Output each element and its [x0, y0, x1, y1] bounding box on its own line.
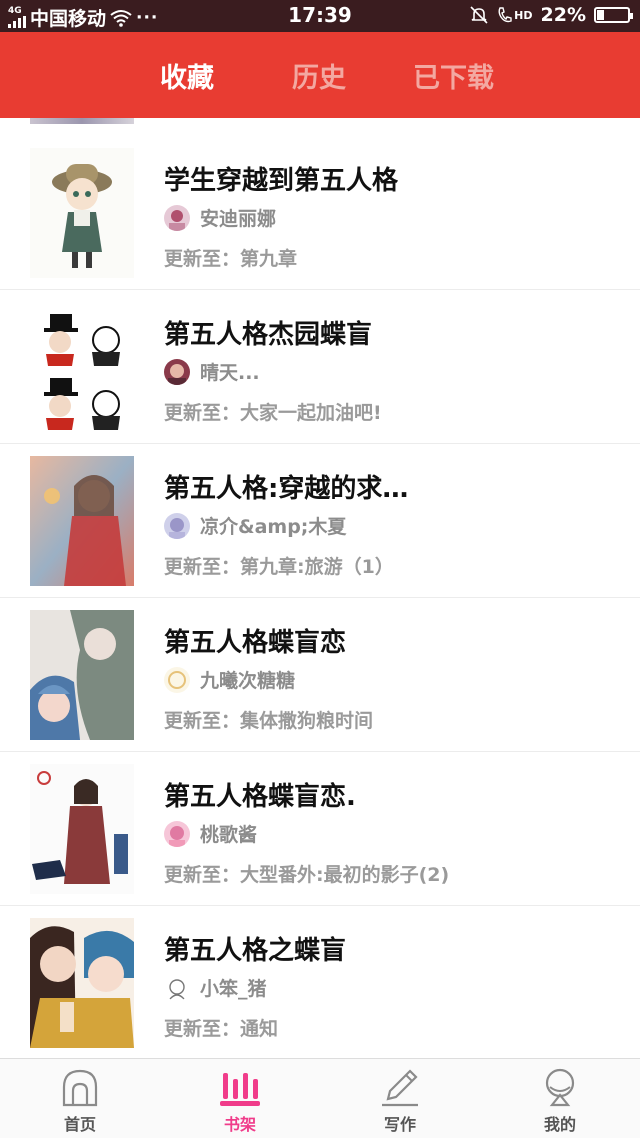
book-cover — [30, 764, 134, 894]
book-item[interactable]: 第五人格蝶盲恋 九曦次糖糖 更新至：集体撒狗粮时间 — [0, 598, 640, 752]
hd-label: HD — [514, 8, 533, 22]
nav-profile-label: 我的 — [543, 1115, 576, 1134]
battery-percent: 22% — [540, 4, 586, 26]
author-row: 小笨_猪 — [164, 974, 267, 1001]
author-row: 九曦次糖糖 — [164, 666, 295, 693]
book-item[interactable]: 第五人格之蝶盲 小笨_猪 更新至：通知 — [0, 906, 640, 1058]
update-status: 更新至：大型番外:最初的影子(2) — [164, 864, 450, 886]
author-avatar — [164, 358, 190, 385]
nav-profile[interactable]: 我的 — [500, 1065, 620, 1135]
author-row: 晴天... — [164, 358, 260, 385]
mute-bell-icon — [470, 6, 488, 24]
book-title: 第五人格之蝶盲 — [164, 936, 347, 966]
book-item[interactable]: 第五人格:穿越的求… 凉介&amp;木夏 更新至：第九章:旅游（1） — [0, 444, 640, 598]
book-cover — [30, 456, 134, 586]
nav-write[interactable]: 写作 — [340, 1065, 460, 1135]
update-status: 更新至：大家一起加油吧! — [164, 402, 382, 424]
book-item[interactable]: 学生穿越到第五人格 安迪丽娜 更新至：第九章 — [0, 136, 640, 290]
author-avatar — [164, 204, 190, 231]
profile-icon — [545, 1068, 575, 1107]
author-row: 桃歌酱 — [164, 820, 257, 847]
home-icon — [62, 1069, 98, 1107]
book-item[interactable]: 第五人格蝶盲恋. 桃歌酱 更新至：大型番外:最初的影子(2) — [0, 752, 640, 906]
update-status: 更新至：通知 — [164, 1018, 279, 1040]
tab-history[interactable]: 历史 — [292, 56, 346, 95]
book-item[interactable]: 第五人格杰园蝶盲 晴天... 更新至：大家一起加油吧! — [0, 290, 640, 444]
author-name: 安迪丽娜 — [200, 208, 277, 230]
update-status: 更新至：集体撒狗粮时间 — [164, 710, 374, 732]
author-avatar — [164, 820, 190, 847]
tab-downloaded[interactable]: 已下载 — [413, 56, 494, 95]
book-title: 第五人格蝶盲恋. — [164, 782, 356, 812]
call-hd-icon: HD — [497, 6, 533, 24]
author-avatar — [164, 974, 190, 1001]
nav-home[interactable]: 首页 — [20, 1065, 140, 1135]
pencil-icon — [382, 1069, 418, 1107]
author-avatar — [164, 512, 190, 539]
update-status: 更新至：第九章 — [164, 248, 298, 270]
nav-bookshelf-label: 书架 — [223, 1115, 256, 1134]
book-cover — [30, 302, 134, 432]
nav-write-label: 写作 — [383, 1115, 416, 1134]
author-name: 九曦次糖糖 — [200, 670, 296, 692]
book-cover — [30, 610, 134, 740]
author-name: 凉介&amp;木夏 — [200, 516, 347, 538]
bookshelf-list[interactable]: 学生穿越到第五人格 安迪丽娜 更新至：第九章 第五人格杰园蝶盲 晴天... 更新… — [0, 118, 640, 1058]
battery-icon — [594, 7, 633, 23]
nav-bookshelf[interactable]: 书架 — [180, 1065, 300, 1135]
book-title: 第五人格蝶盲恋 — [164, 628, 347, 658]
book-cover — [30, 148, 134, 278]
status-right: HD 22% — [469, 4, 633, 26]
author-name: 小笨_猪 — [200, 978, 267, 1000]
bookshelf-icon — [220, 1073, 260, 1106]
status-bar: 4G 中国移动 ··· 17:39 HD 22% — [0, 0, 640, 32]
book-title: 第五人格:穿越的求… — [164, 474, 409, 504]
author-row: 安迪丽娜 — [164, 204, 276, 231]
book-cover — [30, 918, 134, 1048]
top-tab-bar: 收藏 历史 已下载 — [0, 32, 640, 118]
author-avatar — [164, 666, 190, 693]
book-title: 第五人格杰园蝶盲 — [164, 320, 373, 350]
author-row: 凉介&amp;木夏 — [164, 512, 346, 539]
book-title: 学生穿越到第五人格 — [164, 166, 399, 196]
author-name: 晴天... — [200, 362, 260, 384]
author-name: 桃歌酱 — [200, 824, 258, 846]
nav-home-label: 首页 — [63, 1115, 96, 1134]
partial-book-cover — [30, 118, 134, 124]
update-status: 更新至：第九章:旅游（1） — [164, 556, 394, 578]
bottom-nav: 首页 书架 写作 我的 — [0, 1058, 640, 1138]
tab-favorites[interactable]: 收藏 — [160, 56, 214, 95]
